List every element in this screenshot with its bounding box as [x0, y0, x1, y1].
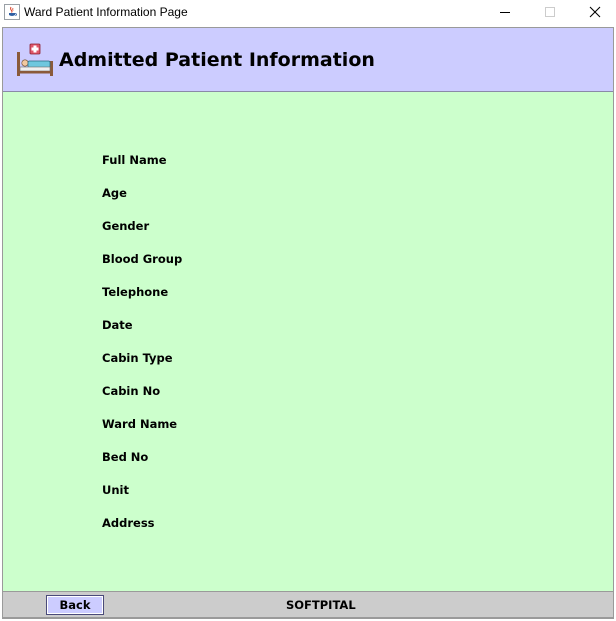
telephone-label: Telephone [102, 285, 169, 299]
maximize-icon [544, 7, 555, 17]
blood-group-label: Blood Group [102, 252, 183, 266]
footer-bar: Back SOFTPITAL [3, 591, 613, 618]
date-label: Date [102, 318, 133, 332]
page-header: Admitted Patient Information [3, 28, 613, 92]
content-panel [2, 27, 614, 619]
cabin-no-label: Cabin No [102, 384, 161, 398]
maximize-button[interactable] [527, 0, 572, 24]
minimize-button[interactable] [482, 0, 527, 24]
ward-patient-window: Ward Patient Information Page Admitted P… [0, 0, 616, 621]
back-button[interactable]: Back [46, 595, 104, 615]
bed-no-label: Bed No [102, 450, 149, 464]
minimize-icon [499, 12, 510, 13]
window-title: Ward Patient Information Page [24, 5, 188, 19]
cabin-type-label: Cabin Type [102, 351, 173, 365]
close-icon [589, 6, 600, 18]
address-label: Address [102, 516, 155, 530]
brand-label: SOFTPITAL [286, 598, 356, 612]
ward-name-label: Ward Name [102, 417, 178, 431]
age-label: Age [102, 186, 127, 200]
full-name-label: Full Name [102, 153, 167, 167]
gender-label: Gender [102, 219, 150, 233]
java-cup-icon [4, 4, 20, 20]
close-button[interactable] [572, 0, 616, 24]
page-title: Admitted Patient Information [59, 49, 375, 71]
title-bar: Ward Patient Information Page [0, 0, 616, 24]
unit-label: Unit [102, 483, 129, 497]
hospital-bed-icon [17, 43, 53, 76]
